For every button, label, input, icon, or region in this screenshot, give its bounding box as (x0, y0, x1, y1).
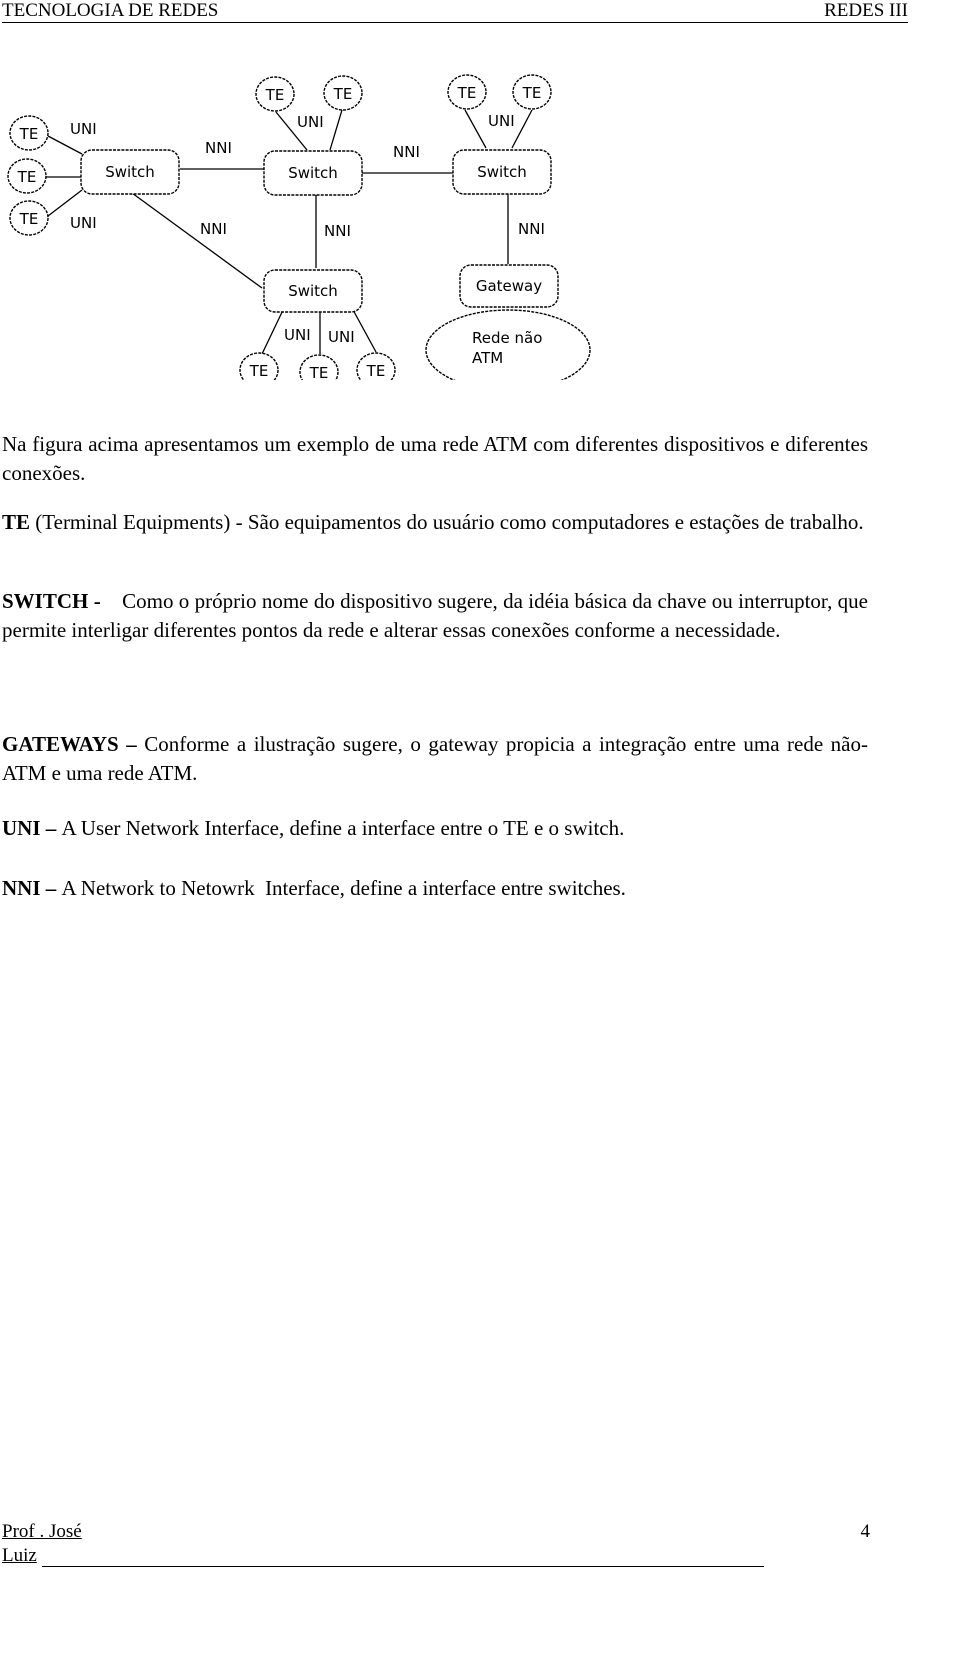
svg-text:Switch: Switch (288, 164, 338, 182)
nni-label: NNI (324, 222, 351, 240)
svg-text:TE: TE (249, 362, 269, 380)
uni-label: UNI (70, 214, 97, 232)
svg-text:TE: TE (19, 210, 39, 228)
svg-text:Rede não: Rede não (472, 329, 542, 347)
te-node: TE (447, 74, 487, 110)
uni-definition: UNI – A User Network Interface, define a… (2, 814, 868, 843)
footer-rule (42, 1566, 764, 1567)
nni-term: NNI – (2, 876, 62, 900)
gateways-definition: GATEWAYS – Conforme a ilustração sugere,… (2, 730, 868, 788)
switch-term: SWITCH - (2, 589, 107, 613)
te-node: TE (512, 74, 552, 110)
svg-text:Switch: Switch (477, 163, 527, 181)
nni-label: NNI (518, 220, 545, 238)
te-node: TE (7, 158, 47, 194)
te-node: TE (9, 200, 49, 236)
page-number: 4 (860, 1521, 871, 1542)
nni-text: A Network to Netowrk Interface, define a… (61, 876, 626, 900)
uni-label: UNI (70, 120, 97, 138)
svg-text:Switch: Switch (288, 282, 338, 300)
svg-text:TE: TE (457, 84, 477, 102)
link-switch4-te8 (261, 307, 285, 355)
svg-text:TE: TE (19, 125, 39, 143)
page-footer: Prof . José Luiz 4 (2, 1520, 870, 1568)
intro-text: Na figura acima apresentamos um exemplo … (2, 432, 868, 485)
switch-node: Switch (263, 150, 363, 196)
nni-definition: NNI – A Network to Netowrk Interface, de… (2, 874, 868, 903)
header-title: TECNOLOGIA DE REDES (2, 0, 219, 21)
uni-text: A User Network Interface, define a inter… (61, 816, 625, 840)
link-te3-switch1 (47, 189, 83, 217)
svg-text:TE: TE (522, 84, 542, 102)
uni-label: UNI (284, 326, 311, 344)
te-node: TE (299, 354, 339, 380)
svg-text:TE: TE (17, 168, 37, 186)
switch-node: Switch (452, 149, 552, 195)
uni-term: UNI – (2, 816, 62, 840)
link-te7-switch3 (511, 109, 533, 149)
te-text: (Terminal Equipments) - São equipamentos… (30, 510, 864, 534)
intro-paragraph: Na figura acima apresentamos um exemplo … (2, 430, 868, 488)
te-node: TE (9, 115, 49, 151)
author-line-2: Luiz (2, 1545, 37, 1566)
switch-node: Switch (80, 149, 180, 195)
te-node: TE (239, 352, 279, 380)
te-term: TE (2, 510, 31, 534)
gateways-term: GATEWAYS – (2, 732, 145, 756)
switch-definition: SWITCH - Como o próprio nome do disposit… (2, 587, 868, 645)
non-atm-network: Rede não ATM (425, 309, 591, 380)
svg-text:TE: TE (366, 362, 386, 380)
svg-text:TE: TE (309, 364, 329, 380)
nni-label: NNI (205, 139, 232, 157)
link-te6-switch3 (464, 109, 487, 149)
header-course: REDES III (824, 0, 908, 21)
te-node: TE (356, 352, 396, 380)
nni-label: NNI (200, 220, 227, 238)
link-switch1-switch4 (131, 192, 263, 289)
author-line-1: Prof . José (2, 1521, 82, 1542)
link-te5-switch2 (329, 109, 343, 151)
uni-label: UNI (328, 328, 355, 346)
uni-label: UNI (488, 112, 515, 130)
uni-label: UNI (297, 113, 324, 131)
switch-text: Como o próprio nome do dispositivo suger… (2, 589, 874, 642)
svg-text:TE: TE (265, 86, 285, 104)
svg-text:TE: TE (333, 85, 353, 103)
link-te1-switch1 (47, 135, 83, 155)
nni-label: NNI (393, 143, 420, 161)
svg-text:ATM: ATM (472, 349, 503, 367)
te-node: TE (255, 76, 295, 112)
switch-node: Switch (263, 269, 363, 313)
page-header: TECNOLOGIA DE REDES REDES III (2, 0, 908, 23)
svg-text:Gateway: Gateway (476, 277, 542, 295)
te-node: TE (323, 75, 363, 111)
atm-network-diagram: TE TE TE TE TE TE TE TE TE TE Switch Swi… (7, 74, 591, 380)
link-switch4-te10 (351, 307, 377, 353)
gateway-node: Gateway (459, 264, 559, 308)
svg-text:Switch: Switch (105, 163, 155, 181)
te-definition: TE (Terminal Equipments) - São equipamen… (2, 508, 868, 537)
